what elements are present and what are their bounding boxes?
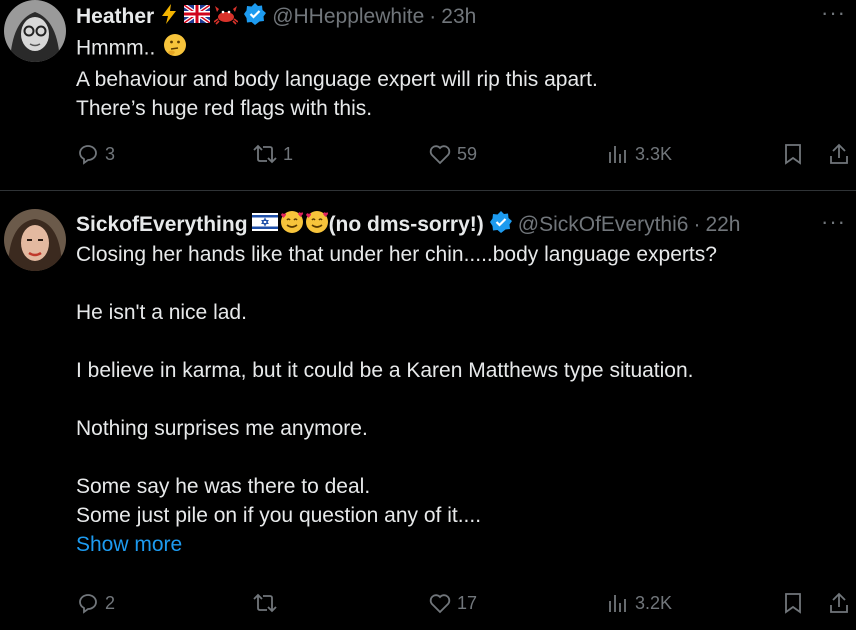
bookmark-button[interactable]: [781, 142, 805, 166]
repost-icon: [252, 591, 278, 615]
tweet-line: Closing her hands like that under her ch…: [76, 243, 717, 266]
reply-count: 3: [105, 143, 116, 164]
share-icon: [827, 142, 851, 166]
uk-flag-emoji: [183, 3, 212, 29]
tweet-line: A behaviour and body language expert wil…: [76, 68, 598, 91]
share-button[interactable]: [827, 142, 851, 166]
smiling-hearts-emoji: [305, 210, 329, 240]
thinking-face-emoji: [163, 33, 187, 65]
tweet-text: Closing her hands like that under her ch…: [76, 240, 717, 559]
separator-dot: ·: [429, 5, 437, 28]
display-name[interactable]: Heather: [76, 5, 154, 29]
tweet-line: Some just pile on if you question any of…: [76, 504, 482, 527]
heart-icon: [428, 591, 452, 615]
bookmark-icon: [781, 591, 805, 615]
share-button[interactable]: [827, 591, 851, 615]
reply-icon: [76, 591, 100, 615]
analytics-icon: [606, 591, 630, 615]
reply-icon: [76, 142, 100, 166]
user-handle[interactable]: @SickOfEverythi6: [518, 213, 689, 237]
tweet-header: SickofEverything (no dms-sorry!) @SickOf…: [76, 209, 741, 241]
reply-button[interactable]: 3: [76, 142, 115, 166]
views-button[interactable]: 3.2K: [606, 591, 672, 615]
like-button[interactable]: 59: [428, 142, 477, 166]
avatar[interactable]: [4, 209, 66, 271]
tweet-line: Hmmm..: [76, 36, 156, 60]
tweet-actions: 3 1 59 3.3K: [76, 142, 852, 172]
tweet-line: Nothing surprises me anymore.: [76, 417, 368, 440]
timestamp[interactable]: 23h: [441, 5, 476, 29]
tweet-line: I believe in karma, but it could be a Ka…: [76, 359, 694, 382]
user-handle[interactable]: @HHepplewhite: [272, 5, 424, 29]
heart-icon: [428, 142, 452, 166]
share-icon: [827, 591, 851, 615]
tweet-text: Hmmm.. A behaviour and body language exp…: [76, 33, 598, 123]
like-count: 17: [457, 592, 478, 613]
more-options-icon[interactable]: ···: [821, 209, 846, 235]
verified-badge-icon[interactable]: [244, 3, 267, 31]
views-button[interactable]: 3.3K: [606, 142, 672, 166]
repost-icon: [252, 142, 278, 166]
tweet-line: He isn't a nice lad.: [76, 301, 247, 324]
view-count: 3.3K: [635, 143, 673, 164]
more-options-icon[interactable]: ···: [821, 0, 846, 26]
avatar[interactable]: [4, 0, 66, 62]
repost-button[interactable]: 1: [252, 142, 293, 166]
israel-flag-emoji: [251, 213, 278, 237]
crab-emoji: [213, 3, 239, 31]
timestamp[interactable]: 22h: [705, 213, 740, 237]
tweet-line: There’s huge red flags with this.: [76, 97, 373, 120]
repost-button[interactable]: [252, 591, 283, 615]
repost-count: 1: [283, 143, 294, 164]
smiling-hearts-emoji: [280, 210, 304, 240]
like-count: 59: [457, 143, 478, 164]
tweet-actions: 2 17 3.2K: [76, 591, 852, 621]
bookmark-button[interactable]: [781, 591, 805, 615]
show-more-link[interactable]: Show more: [76, 530, 717, 559]
display-name[interactable]: SickofEverything: [76, 213, 248, 237]
analytics-icon: [606, 142, 630, 166]
like-button[interactable]: 17: [428, 591, 477, 615]
display-name-suffix[interactable]: (no dms-sorry!): [329, 213, 484, 237]
tweet-line: Some say he was there to deal.: [76, 475, 371, 498]
verified-badge-icon[interactable]: [489, 211, 512, 239]
bookmark-icon: [781, 142, 805, 166]
separator-dot: ·: [693, 213, 701, 236]
reply-count: 2: [105, 592, 116, 613]
tweet-header: Heather @HHepplewhite · 23h: [76, 1, 476, 33]
view-count: 3.2K: [635, 592, 673, 613]
lightning-emoji: [158, 3, 180, 31]
reply-button[interactable]: 2: [76, 591, 115, 615]
